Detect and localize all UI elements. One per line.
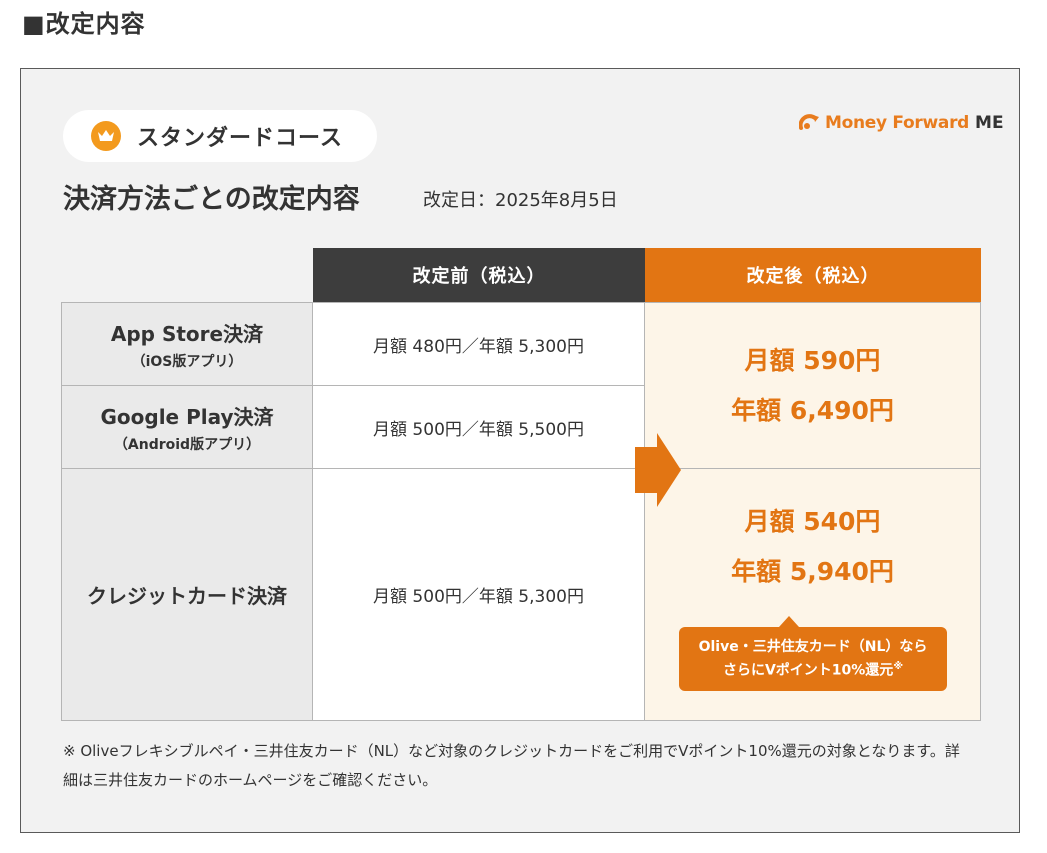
row-label-sub: （iOS版アプリ） — [131, 353, 243, 370]
callout-line2: さらにVポイント10%還元※ — [679, 659, 947, 682]
course-badge: スタンダードコース — [63, 110, 377, 162]
callout-line2-text: さらにVポイント10%還元 — [722, 662, 894, 679]
price-before-credit-card: 月額 500円／年額 5,300円 — [313, 468, 645, 721]
pricing-card: スタンダードコース Money Forward ME 決済方法ごとの改定内容 改… — [20, 68, 1020, 833]
row-label-app-store: App Store決済 （iOS版アプリ） — [61, 302, 313, 386]
course-name: スタンダードコース — [137, 126, 343, 151]
footnote: ※ Oliveフレキシブルペイ・三井住友カード（NL）など対象のクレジットカード… — [63, 742, 960, 790]
card-title: 決済方法ごとの改定内容 — [63, 184, 360, 215]
price-after-yearly: 年額 5,940円 — [731, 557, 894, 586]
price-after-app-group: 月額 590円 年額 6,490円 — [645, 302, 981, 469]
row-label-credit-card: クレジットカード決済 — [61, 468, 313, 721]
row-label-main: Google Play決済 — [100, 404, 274, 429]
price-after-monthly: 月額 590円 — [744, 345, 881, 375]
logo-suffix: ME — [975, 113, 1004, 133]
callout-line1: Olive・三井住友カード（NL）なら — [698, 639, 928, 656]
points-callout: Olive・三井住友カード（NL）なら さらにVポイント10%還元※ — [679, 616, 947, 691]
price-before-google-play: 月額 500円／年額 5,500円 — [313, 385, 645, 469]
price-after-monthly: 月額 540円 — [744, 507, 881, 536]
price-before-text: 月額 480円／年額 5,300円 — [373, 336, 584, 357]
arrow-right-icon — [635, 433, 681, 507]
callout-mark: ※ — [893, 660, 904, 672]
price-before-text: 月額 500円／年額 5,500円 — [373, 419, 584, 440]
header-before: 改定前（税込） — [313, 248, 645, 302]
row-label-sub: （Android版アプリ） — [113, 436, 261, 453]
row-label-main: クレジットカード決済 — [87, 584, 287, 608]
section-heading: ■改定内容 — [22, 10, 146, 38]
price-before-text: 月額 500円／年額 5,300円 — [373, 587, 584, 607]
brand-logo: Money Forward ME — [799, 113, 1004, 133]
logo-brand-text: Money Forward — [825, 113, 970, 133]
crown-icon — [91, 121, 121, 151]
row-label-google-play: Google Play決済 （Android版アプリ） — [61, 385, 313, 469]
header-after: 改定後（税込） — [645, 248, 981, 302]
row-label-main: App Store決済 — [110, 321, 264, 346]
price-before-app-store: 月額 480円／年額 5,300円 — [313, 302, 645, 386]
revision-date: 改定日：2025年8月5日 — [423, 190, 618, 211]
money-forward-logo-icon — [799, 114, 819, 130]
price-after-yearly: 年額 6,490円 — [731, 395, 894, 425]
